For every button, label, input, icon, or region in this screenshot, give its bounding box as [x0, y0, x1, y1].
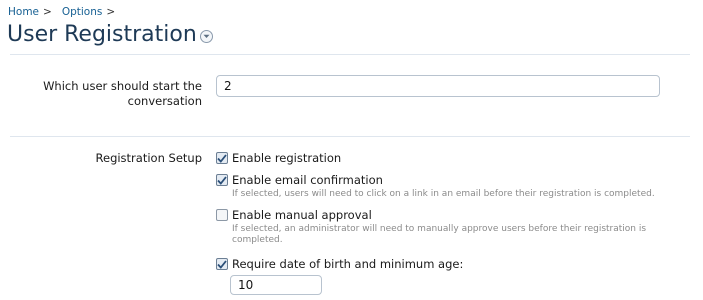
breadcrumb-options-link[interactable]: Options — [62, 6, 103, 18]
option-manual-approval: Enable manual approval If selected, an a… — [216, 208, 672, 246]
section-divider — [10, 136, 690, 137]
minimum-age-value: 10 — [238, 278, 254, 292]
page-title: User Registration — [7, 22, 197, 47]
manual-approval-hint: If selected, an administrator will need … — [232, 224, 647, 245]
enable-registration-checkbox[interactable] — [216, 152, 228, 164]
section-divider — [10, 54, 690, 55]
conversation-user-input[interactable]: 2 — [216, 75, 660, 97]
email-confirmation-hint: If selected, users will need to click on… — [232, 189, 655, 199]
title-row: User Registration — [7, 22, 213, 47]
email-confirmation-checkbox[interactable] — [216, 174, 228, 186]
conversation-user-label: Which user should start the conversation — [43, 79, 202, 108]
minimum-age-input[interactable]: 10 — [230, 275, 322, 295]
chevron-down-circle-icon[interactable] — [199, 30, 213, 43]
breadcrumb: Home > Options > — [8, 6, 121, 18]
conversation-user-value: 2 — [224, 79, 232, 93]
option-email-confirmation: Enable email confirmation If selected, u… — [216, 173, 672, 200]
breadcrumb-separator: > — [106, 6, 116, 18]
breadcrumb-home-link[interactable]: Home — [8, 6, 39, 18]
email-confirmation-label: Enable email confirmation — [232, 173, 383, 187]
manual-approval-checkbox[interactable] — [216, 209, 228, 221]
options-page: Home > Options > User Registration Which… — [0, 0, 703, 300]
registration-setup-label: Registration Setup — [95, 151, 202, 165]
option-enable-registration: Enable registration — [216, 151, 341, 165]
enable-registration-label: Enable registration — [232, 151, 342, 165]
manual-approval-label: Enable manual approval — [232, 208, 372, 222]
require-dob-checkbox[interactable] — [216, 258, 228, 270]
breadcrumb-separator: > — [43, 6, 52, 18]
require-dob-label: Require date of birth and minimum age: — [232, 257, 464, 271]
option-require-dob: Require date of birth and minimum age: — [216, 257, 463, 271]
